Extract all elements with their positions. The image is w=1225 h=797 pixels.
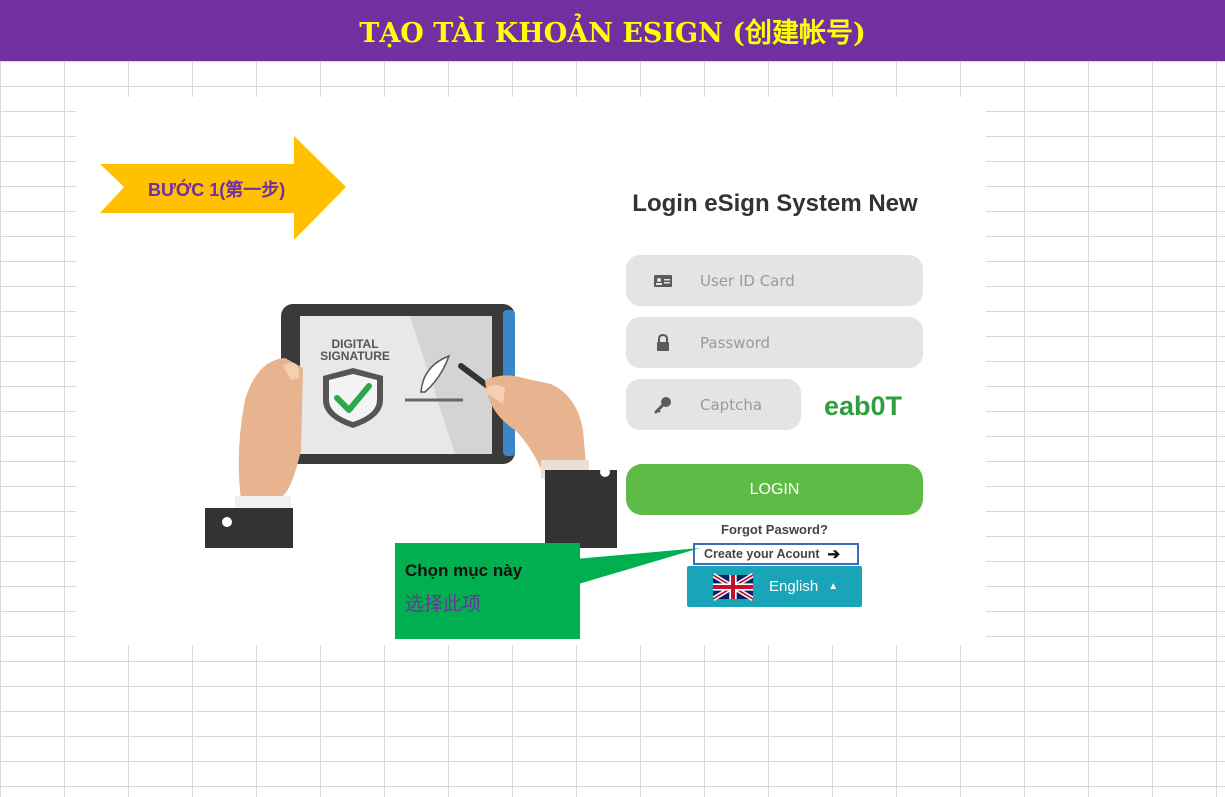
caret-up-icon: ▲ [828, 581, 839, 592]
forgot-password-link[interactable]: Forgot Pasword? [626, 522, 923, 537]
callout-pointer [575, 548, 700, 585]
uk-flag-icon [713, 572, 753, 601]
digital-signature-illustration: DIGITAL SIGNATURE [205, 304, 617, 548]
create-account-label: Create your Acount [704, 547, 820, 561]
page-title: TẠO TÀI KHOẢN ESIGN (创建帐号) [359, 18, 866, 49]
user-id-field[interactable] [626, 255, 923, 306]
login-button[interactable]: LOGIN [626, 464, 923, 515]
step-label: BƯỚC 1(第一步) [148, 180, 286, 200]
language-label: English [769, 578, 819, 595]
key-icon [626, 396, 700, 414]
create-account-link[interactable]: Create your Acount ➔ [693, 543, 859, 565]
captcha-field[interactable] [626, 379, 801, 430]
lock-icon [626, 333, 700, 352]
password-field[interactable] [626, 317, 923, 368]
password-input[interactable] [700, 333, 890, 352]
arrow-right-icon: ➔ [827, 546, 841, 563]
language-selector[interactable]: English ▲ [687, 566, 862, 607]
instruction-callout: Chọn mục này 选择此项 [395, 543, 580, 639]
user-id-input[interactable] [700, 271, 890, 290]
callout-text-vietnamese: Chọn mục này [405, 561, 523, 580]
illustration-text-signature: SIGNATURE [320, 349, 390, 363]
callout-text-chinese: 选择此项 [405, 594, 482, 615]
login-title: Login eSign System New [632, 190, 918, 217]
captcha-code: eab0T [824, 391, 903, 421]
header-banner: TẠO TÀI KHOẢN ESIGN (创建帐号) [0, 0, 1225, 61]
captcha-input[interactable] [700, 395, 795, 414]
id-card-icon [626, 273, 700, 289]
